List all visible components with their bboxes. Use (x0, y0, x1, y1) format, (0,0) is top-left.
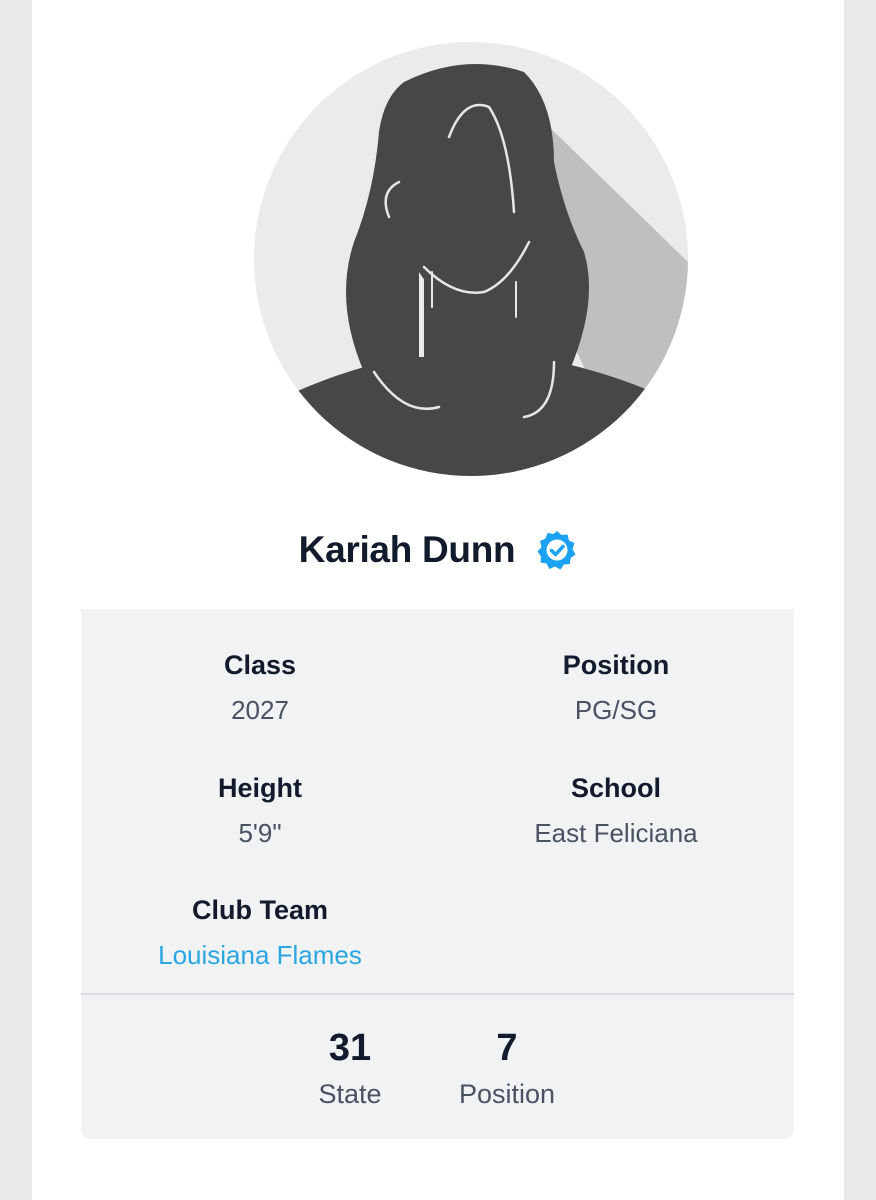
position-rank-label: Position (458, 1079, 556, 1109)
position-rank-value: 7 (496, 1027, 518, 1069)
verified-badge-icon (537, 530, 577, 570)
player-details: Class 2027 Position PG/SG Height 5'9" Sc… (81, 609, 794, 993)
class-label: Class (223, 650, 297, 680)
position-label: Position (562, 650, 670, 680)
height-value: 5'9" (238, 818, 282, 848)
section-divider (81, 993, 794, 995)
state-rank-value: 31 (328, 1027, 372, 1069)
school-label: School (570, 773, 661, 803)
position-field: Position PG/SG (438, 647, 794, 728)
player-name-row: Kariah Dunn (32, 520, 844, 580)
school-field: School East Feliciana (438, 770, 794, 851)
position-value: PG/SG (574, 695, 658, 725)
silhouette-avatar-icon (254, 42, 688, 476)
height-label: Height (218, 773, 302, 803)
profile-card: Kariah Dunn Class 2027 Position PG/SG He… (32, 0, 844, 1200)
club-team-label: Club Team (191, 895, 328, 925)
player-info-panel: Class 2027 Position PG/SG Height 5'9" Sc… (81, 609, 794, 1139)
height-field: Height 5'9" (82, 770, 438, 851)
state-rank-label: State (318, 1079, 382, 1109)
class-value: 2027 (231, 695, 289, 725)
class-field: Class 2027 (82, 647, 438, 728)
state-rank: 31 State (270, 1027, 430, 1111)
club-team-field: Club Team Louisiana Flames (82, 892, 438, 973)
club-team-link[interactable]: Louisiana Flames (82, 937, 438, 973)
school-value: East Feliciana (534, 818, 698, 848)
position-rank: 7 Position (427, 1027, 587, 1111)
player-name: Kariah Dunn (298, 529, 516, 570)
page: Kariah Dunn Class 2027 Position PG/SG He… (0, 0, 876, 1200)
